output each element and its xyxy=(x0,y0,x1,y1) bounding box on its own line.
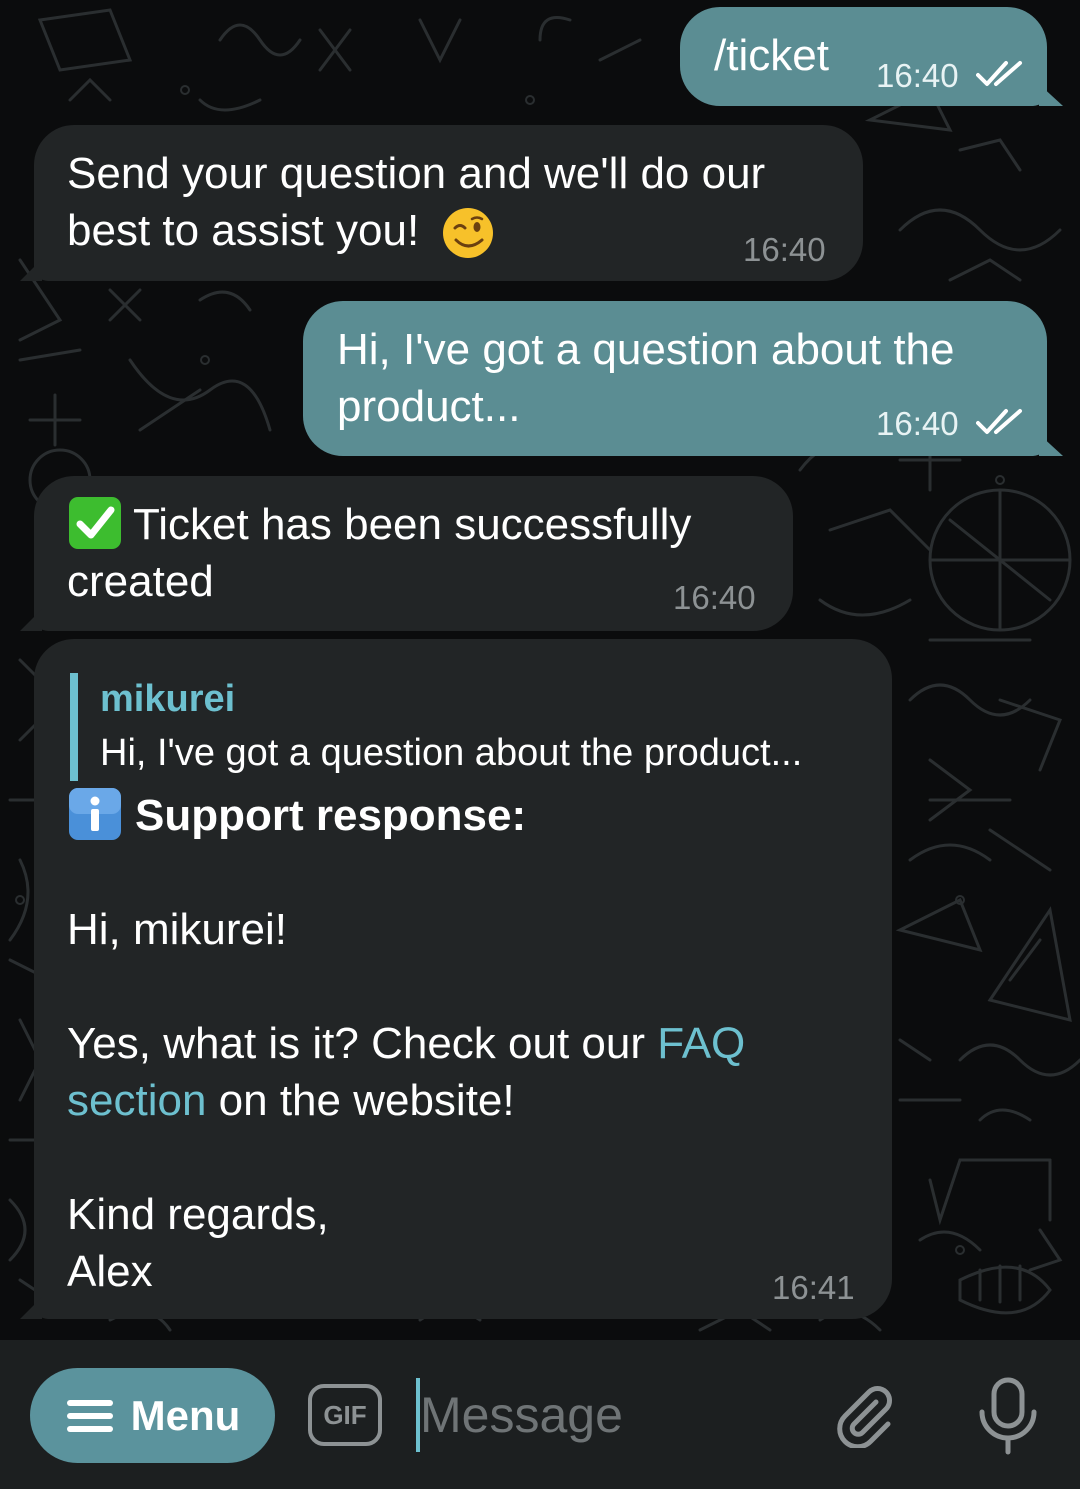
bubble-tail xyxy=(20,1297,42,1319)
reply-quote-text: Hi, I've got a question about the produc… xyxy=(100,732,803,774)
reply-quote[interactable]: mikurei Hi, I've got a question about th… xyxy=(70,673,802,781)
double-check-icon xyxy=(976,409,1022,434)
message-text: Support response: Hi, mikurei! Yes, what… xyxy=(67,787,867,1300)
message-input[interactable] xyxy=(420,1380,800,1450)
bubble-tail xyxy=(20,609,42,631)
message-line: best to assist you! xyxy=(67,206,420,255)
hamburger-icon xyxy=(66,1399,113,1432)
message-line: Hi, I've got a question about the xyxy=(337,325,955,374)
message-input-bar: Menu GIF xyxy=(0,1340,1080,1489)
menu-button[interactable]: Menu xyxy=(30,1368,275,1463)
check-mark-button-icon xyxy=(69,497,121,550)
message-line: on the website! xyxy=(206,1076,515,1125)
message-line: Kind regards, xyxy=(67,1190,329,1239)
message-time: 16:40 xyxy=(876,405,959,442)
message-time: 16:40 xyxy=(673,579,756,616)
faq-link[interactable]: FAQ xyxy=(657,1019,745,1068)
message-heading-line: Support response: xyxy=(67,787,867,844)
gif-button[interactable]: GIF xyxy=(308,1384,382,1446)
incoming-message[interactable]: Ticket has been successfully created 16:… xyxy=(20,476,793,631)
winking-face-icon xyxy=(443,208,494,259)
faq-link[interactable]: section xyxy=(67,1076,206,1125)
message-line: created xyxy=(67,557,214,606)
message-text: Hi, I've got a question about the produc… xyxy=(337,321,954,435)
message-text: /ticket xyxy=(714,31,829,80)
information-icon xyxy=(69,788,121,841)
message-text: Ticket has been successfully created xyxy=(67,496,691,610)
outgoing-message[interactable]: /ticket 16:40 xyxy=(680,7,1063,106)
double-check-icon xyxy=(976,61,1022,86)
menu-label: Menu xyxy=(130,1391,241,1439)
message-text: Send your question and we'll do our best… xyxy=(67,145,765,260)
message-line: Alex xyxy=(67,1247,153,1296)
message-time: 16:40 xyxy=(743,231,826,268)
message-line: Yes, what is it? Check out our xyxy=(67,1019,658,1068)
reply-quote-author: mikurei xyxy=(100,678,236,720)
message-line-wrapper: best to assist you! xyxy=(67,202,765,260)
incoming-message[interactable]: Send your question and we'll do our best… xyxy=(20,125,863,281)
incoming-message[interactable]: mikurei Hi, I've got a question about th… xyxy=(20,639,892,1319)
message-line-wrapper: Yes, what is it? Check out our FAQ xyxy=(67,1015,867,1072)
message-line-wrapper: Ticket has been successfully xyxy=(67,496,691,553)
message-time: 16:40 xyxy=(876,57,959,94)
message-line: Send your question and we'll do our xyxy=(67,149,766,198)
outgoing-message[interactable]: Hi, I've got a question about the produc… xyxy=(303,301,1063,456)
message-line: Hi, mikurei! xyxy=(67,905,288,954)
bubble-tail xyxy=(20,259,42,281)
bubble-tail xyxy=(1039,434,1063,456)
message-time: 16:41 xyxy=(772,1269,855,1306)
message-heading: Support response: xyxy=(135,791,527,840)
message-line-wrapper: section on the website! xyxy=(67,1072,867,1129)
microphone-icon[interactable] xyxy=(974,1376,1042,1456)
bubble-tail xyxy=(1039,84,1063,106)
gif-label: GIF xyxy=(323,1399,367,1430)
message-line: product... xyxy=(337,382,521,431)
paperclip-icon[interactable] xyxy=(830,1380,898,1448)
message-line: Ticket has been successfully xyxy=(133,500,692,549)
